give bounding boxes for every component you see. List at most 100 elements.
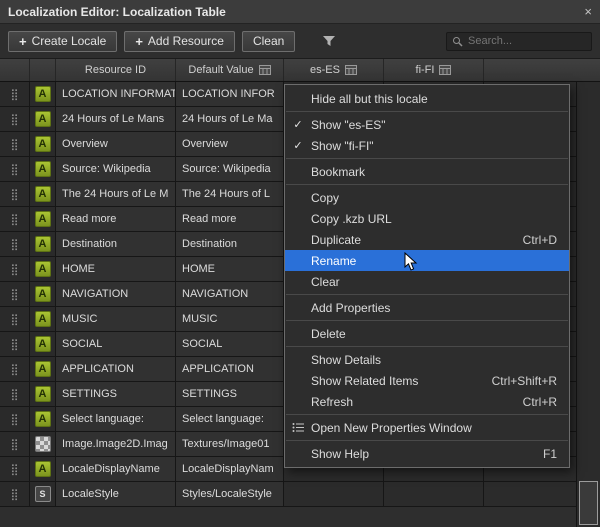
menu-item-open-new-properties-window[interactable]: Open New Properties Window [285, 417, 569, 438]
menu-item-delete[interactable]: Delete [285, 323, 569, 344]
menu-item-add-properties[interactable]: Add Properties [285, 297, 569, 318]
create-locale-button[interactable]: + Create Locale [8, 31, 117, 52]
default-value-cell[interactable]: Styles/LocaleStyle [176, 482, 284, 507]
default-value-cell[interactable]: 24 Hours of Le Ma [176, 107, 284, 132]
menu-item-show-es-es[interactable]: ✓ Show "es-ES" [285, 114, 569, 135]
default-value-cell[interactable]: APPLICATION [176, 357, 284, 382]
resource-id-cell[interactable]: MUSIC [56, 307, 176, 332]
resource-id-cell[interactable]: 24 Hours of Le Mans [56, 107, 176, 132]
resource-id-cell[interactable]: APPLICATION [56, 357, 176, 382]
clean-button[interactable]: Clean [242, 31, 295, 52]
row-drag-handle-icon[interactable]: ⣿ [0, 207, 30, 232]
search-icon [452, 36, 463, 47]
default-value-cell[interactable]: Textures/Image01 [176, 432, 284, 457]
menu-item-rename[interactable]: Rename [285, 250, 569, 271]
menu-item-copy-kzb-url[interactable]: Copy .kzb URL [285, 208, 569, 229]
menu-item-label: Copy [311, 191, 543, 205]
default-value-cell[interactable]: Overview [176, 132, 284, 157]
scrollbar-thumb[interactable] [579, 481, 598, 525]
toolbar: + Create Locale + Add Resource Clean [0, 24, 600, 58]
menu-item-label: Clear [311, 275, 543, 289]
default-value-cell[interactable]: Source: Wikipedia [176, 157, 284, 182]
resource-id-cell[interactable]: NAVIGATION [56, 282, 176, 307]
row-drag-handle-icon[interactable]: ⣿ [0, 232, 30, 257]
search-input[interactable] [468, 35, 586, 47]
menu-item-copy[interactable]: Copy [285, 187, 569, 208]
resource-id-cell[interactable]: LocaleDisplayName [56, 457, 176, 482]
checkmark-icon: ✓ [285, 139, 311, 152]
locale-table-icon [345, 65, 357, 75]
resource-id-cell[interactable]: Source: Wikipedia [56, 157, 176, 182]
resource-id-cell[interactable]: HOME [56, 257, 176, 282]
row-drag-handle-icon[interactable]: ⣿ [0, 182, 30, 207]
row-drag-handle-icon[interactable]: ⣿ [0, 407, 30, 432]
resource-id-cell[interactable]: Select language: [56, 407, 176, 432]
titlebar: Localization Editor: Localization Table … [0, 0, 600, 24]
row-resource-icon-cell: A [30, 107, 56, 132]
menu-item-hide-all-but-this-locale[interactable]: Hide all but this locale [285, 88, 569, 109]
default-value-cell[interactable]: LOCATION INFOR [176, 82, 284, 107]
row-drag-handle-icon[interactable]: ⣿ [0, 357, 30, 382]
row-drag-handle-icon[interactable]: ⣿ [0, 482, 30, 507]
close-icon[interactable]: × [584, 5, 592, 18]
add-resource-button[interactable]: + Add Resource [124, 31, 235, 52]
menu-item-refresh[interactable]: Refresh Ctrl+R [285, 391, 569, 412]
resource-id-cell[interactable]: SETTINGS [56, 382, 176, 407]
row-drag-handle-icon[interactable]: ⣿ [0, 257, 30, 282]
menu-item-show-help[interactable]: Show Help F1 [285, 443, 569, 464]
menu-item-clear[interactable]: Clear [285, 271, 569, 292]
default-value-cell[interactable]: Destination [176, 232, 284, 257]
resource-id-cell[interactable]: Overview [56, 132, 176, 157]
row-drag-handle-icon[interactable]: ⣿ [0, 432, 30, 457]
resource-id-cell[interactable]: SOCIAL [56, 332, 176, 357]
table-row[interactable]: ⣿ S LocaleStyle Styles/LocaleStyle [0, 482, 600, 507]
header-default-value[interactable]: Default Value [176, 59, 284, 81]
default-value-cell[interactable]: The 24 Hours of L [176, 182, 284, 207]
row-drag-handle-icon[interactable]: ⣿ [0, 282, 30, 307]
row-drag-handle-icon[interactable]: ⣿ [0, 332, 30, 357]
menu-item-duplicate[interactable]: Duplicate Ctrl+D [285, 229, 569, 250]
row-drag-handle-icon[interactable]: ⣿ [0, 82, 30, 107]
resource-id-cell[interactable]: The 24 Hours of Le M [56, 182, 176, 207]
menu-item-bookmark[interactable]: Bookmark [285, 161, 569, 182]
row-resource-icon-cell: A [30, 232, 56, 257]
header-locale-es-es[interactable]: es-ES [284, 59, 384, 81]
context-menu: Hide all but this locale ✓ Show "es-ES" … [284, 84, 570, 468]
row-drag-handle-icon[interactable]: ⣿ [0, 307, 30, 332]
resource-id-cell[interactable]: LocaleStyle [56, 482, 176, 507]
menu-separator [286, 320, 568, 321]
default-value-cell[interactable]: LocaleDisplayNam [176, 457, 284, 482]
default-value-cell[interactable]: SETTINGS [176, 382, 284, 407]
filter-button[interactable] [322, 35, 336, 47]
resource-id-cell[interactable]: Destination [56, 232, 176, 257]
header-locale-fi-fi[interactable]: fi-FI [384, 59, 484, 81]
menu-item-label: Open New Properties Window [311, 421, 543, 435]
resource-id-cell[interactable]: LOCATION INFORMAT [56, 82, 176, 107]
search-box [446, 32, 592, 51]
menu-item-show-related-items[interactable]: Show Related Items Ctrl+Shift+R [285, 370, 569, 391]
locale-fi-fi-cell[interactable] [384, 482, 484, 507]
menu-item-show-details[interactable]: Show Details [285, 349, 569, 370]
default-value-cell[interactable]: MUSIC [176, 307, 284, 332]
header-resource-id[interactable]: Resource ID [56, 59, 176, 81]
vertical-scrollbar[interactable] [576, 82, 600, 527]
row-drag-handle-icon[interactable]: ⣿ [0, 157, 30, 182]
locale-es-es-cell[interactable] [284, 482, 384, 507]
menu-item-show-fi-fi[interactable]: ✓ Show "fi-FI" [285, 135, 569, 156]
row-drag-handle-icon[interactable]: ⣿ [0, 107, 30, 132]
default-value-cell[interactable]: HOME [176, 257, 284, 282]
row-drag-handle-icon[interactable]: ⣿ [0, 457, 30, 482]
row-drag-handle-icon[interactable]: ⣿ [0, 132, 30, 157]
resource-id-cell[interactable]: Image.Image2D.Imag [56, 432, 176, 457]
checkmark-icon: ✓ [285, 118, 311, 131]
text-resource-icon: A [35, 386, 51, 402]
table-header: Resource ID Default Value es-ES fi-FI [0, 58, 600, 82]
default-value-cell[interactable]: NAVIGATION [176, 282, 284, 307]
default-value-cell[interactable]: SOCIAL [176, 332, 284, 357]
menu-item-label: Add Properties [311, 301, 543, 315]
default-value-cell[interactable]: Read more [176, 207, 284, 232]
default-value-cell[interactable]: Select language: [176, 407, 284, 432]
text-resource-icon: A [35, 261, 51, 277]
resource-id-cell[interactable]: Read more [56, 207, 176, 232]
row-drag-handle-icon[interactable]: ⣿ [0, 382, 30, 407]
